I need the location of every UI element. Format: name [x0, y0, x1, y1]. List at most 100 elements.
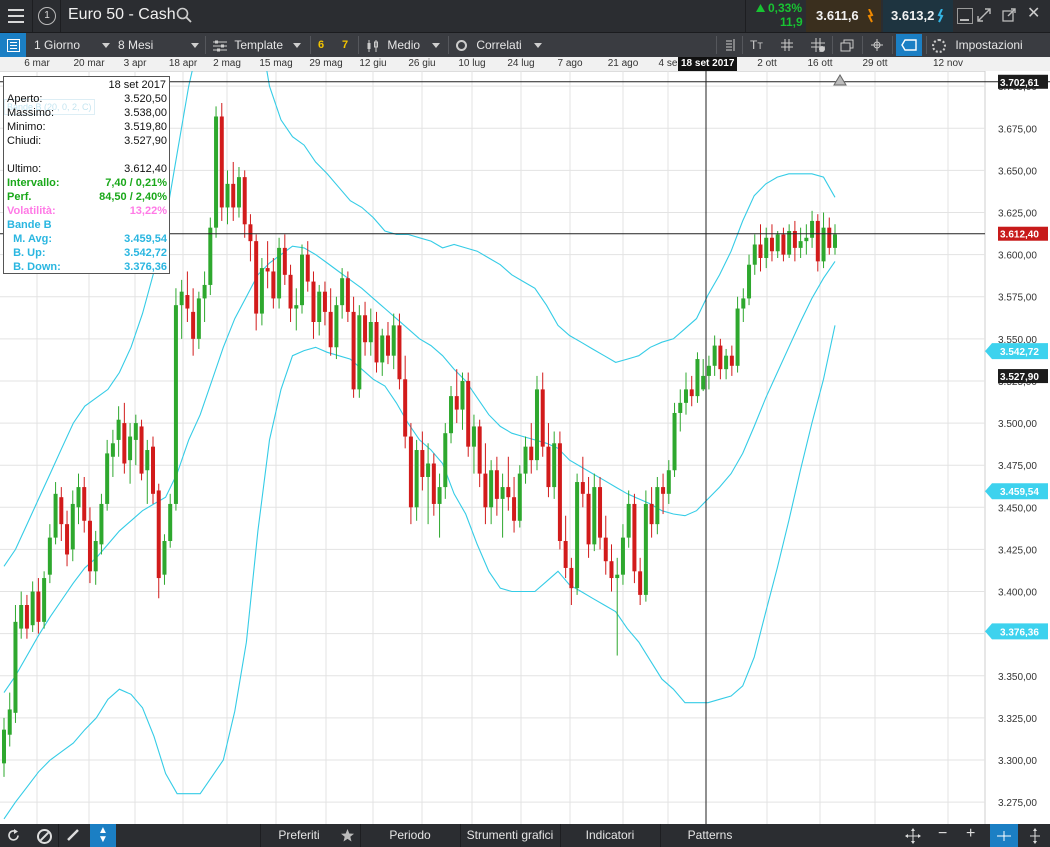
candle-body — [248, 224, 253, 242]
candle-body — [586, 493, 591, 545]
text-size-icon[interactable]: TT — [750, 38, 763, 53]
candle-body — [747, 264, 752, 299]
grid-icon[interactable] — [780, 38, 794, 52]
chart-list-button[interactable] — [0, 33, 26, 57]
info-value: 3.527,90 — [124, 135, 167, 147]
date-label: 12 nov — [932, 58, 964, 69]
y-tick-label: 3.400,00 — [998, 588, 1037, 599]
hamburger-icon[interactable] — [8, 9, 24, 23]
instrument-title[interactable]: Euro 50 - Cash — [68, 6, 176, 24]
scroll-toggle-button[interactable]: ▲ ▼ — [90, 824, 116, 847]
sell-button[interactable]: 3.611,6 — [806, 0, 881, 32]
star-icon[interactable] — [340, 828, 355, 843]
tab-patterns[interactable]: Patterns — [660, 824, 759, 847]
candle-body — [82, 487, 87, 521]
candle-body — [483, 473, 488, 508]
info-row: B. Up: 3.542,72 — [7, 246, 167, 260]
info-row: Chiudi: 3.527,90 — [7, 134, 167, 148]
tab-indicatori[interactable]: Indicatori — [560, 824, 659, 847]
candle-body — [24, 605, 29, 629]
tab-periodo[interactable]: Periodo — [360, 824, 459, 847]
chart-type-label: Medio — [387, 38, 421, 52]
candle-body — [489, 470, 494, 508]
candle-body — [449, 396, 454, 434]
candle-body — [775, 234, 780, 252]
info-label: B. Up: — [7, 247, 46, 259]
y-tick-label: 3.500,00 — [998, 419, 1037, 430]
candle-body — [87, 520, 92, 572]
candle-body — [357, 315, 362, 390]
refresh-icon[interactable] — [6, 828, 21, 843]
minimize-icon[interactable] — [957, 8, 973, 24]
tab-strumenti-grafici[interactable]: Strumenti grafici — [460, 824, 559, 847]
tab-preferiti[interactable]: Preferiti — [260, 824, 337, 847]
candle-body — [632, 503, 637, 572]
disable-icon[interactable] — [37, 829, 52, 844]
info-label: Perf. — [7, 191, 32, 203]
template-badge-7[interactable]: 7 — [342, 33, 348, 57]
candle-body — [105, 453, 110, 504]
info-label: Volatilità: — [7, 205, 56, 217]
candle-body — [334, 305, 339, 348]
range-select[interactable]: 8 Mesi — [118, 33, 200, 57]
candle-body — [133, 423, 138, 440]
info-icon[interactable]: 1 — [38, 7, 56, 25]
candle-body — [672, 412, 677, 471]
candle-body — [426, 463, 431, 477]
fit-horizontal-button[interactable] — [990, 824, 1018, 847]
related-select[interactable]: Correlati — [456, 33, 542, 57]
candle-body — [563, 540, 568, 568]
date-label: 2 ott — [757, 58, 777, 69]
candle-body — [655, 487, 660, 525]
move-icon[interactable] — [905, 828, 921, 844]
close-icon[interactable]: ✕ — [1027, 4, 1040, 24]
candle-body — [13, 621, 18, 713]
template-select[interactable]: Template — [212, 33, 302, 57]
zoom-in-icon[interactable]: + — [966, 825, 975, 843]
popout-icon[interactable] — [1002, 8, 1016, 22]
template-badge-6[interactable]: 6 — [318, 33, 324, 57]
candle-body — [758, 244, 763, 258]
y-tick-label: 3.275,00 — [998, 798, 1037, 809]
buy-button[interactable]: 3.613,2 — [883, 0, 953, 32]
candle-body — [156, 490, 161, 579]
price-scale-icon[interactable] — [722, 38, 736, 52]
chart-type-select[interactable]: Medio — [366, 33, 441, 57]
date-label: 29 ott — [862, 58, 888, 69]
info-row: Massimo: 3.538,00 — [7, 106, 167, 120]
info-date: 18 set 2017 — [108, 79, 167, 91]
candle-body — [729, 355, 734, 366]
candle-body — [191, 311, 196, 339]
eye-icon — [456, 40, 467, 52]
candle-body — [678, 402, 683, 413]
pencil-icon[interactable] — [66, 828, 80, 842]
y-tick-label: 3.575,00 — [998, 293, 1037, 304]
zoom-out-icon[interactable]: − — [938, 825, 947, 843]
candle-body — [162, 540, 167, 575]
date-label: 16 ott — [807, 58, 833, 69]
candle-body — [368, 322, 373, 343]
expand-icon[interactable] — [977, 8, 991, 22]
candle-body — [781, 234, 786, 255]
candle-body — [477, 426, 482, 474]
date-label: 3 apr — [123, 58, 147, 69]
fit-vertical-icon[interactable] — [1027, 828, 1043, 844]
candle-body — [626, 503, 631, 538]
crosshair-icon[interactable] — [870, 38, 884, 52]
date-label: 7 ago — [557, 58, 583, 69]
range-label: 8 Mesi — [118, 38, 154, 52]
y-tick-label: 3.625,00 — [998, 209, 1037, 220]
search-icon[interactable] — [176, 7, 192, 23]
candle-body — [363, 315, 368, 343]
candle-body — [30, 591, 35, 626]
interval-select[interactable]: 1 Giorno — [34, 33, 111, 57]
chart-toolbar: 1 Giorno 8 Mesi Template 6 7 Medio Corre… — [0, 33, 1050, 58]
bollinger-lower — [3, 325, 836, 820]
label-tool-button[interactable] — [896, 34, 922, 56]
price-axis-panel — [985, 71, 1050, 824]
info-row: Minimo: 3.519,80 — [7, 120, 167, 134]
candle-body — [322, 291, 327, 312]
layers-icon[interactable] — [840, 38, 855, 52]
crosshair-grid-icon[interactable] — [810, 37, 826, 53]
settings-button[interactable]: Impostazioni — [932, 33, 1023, 57]
